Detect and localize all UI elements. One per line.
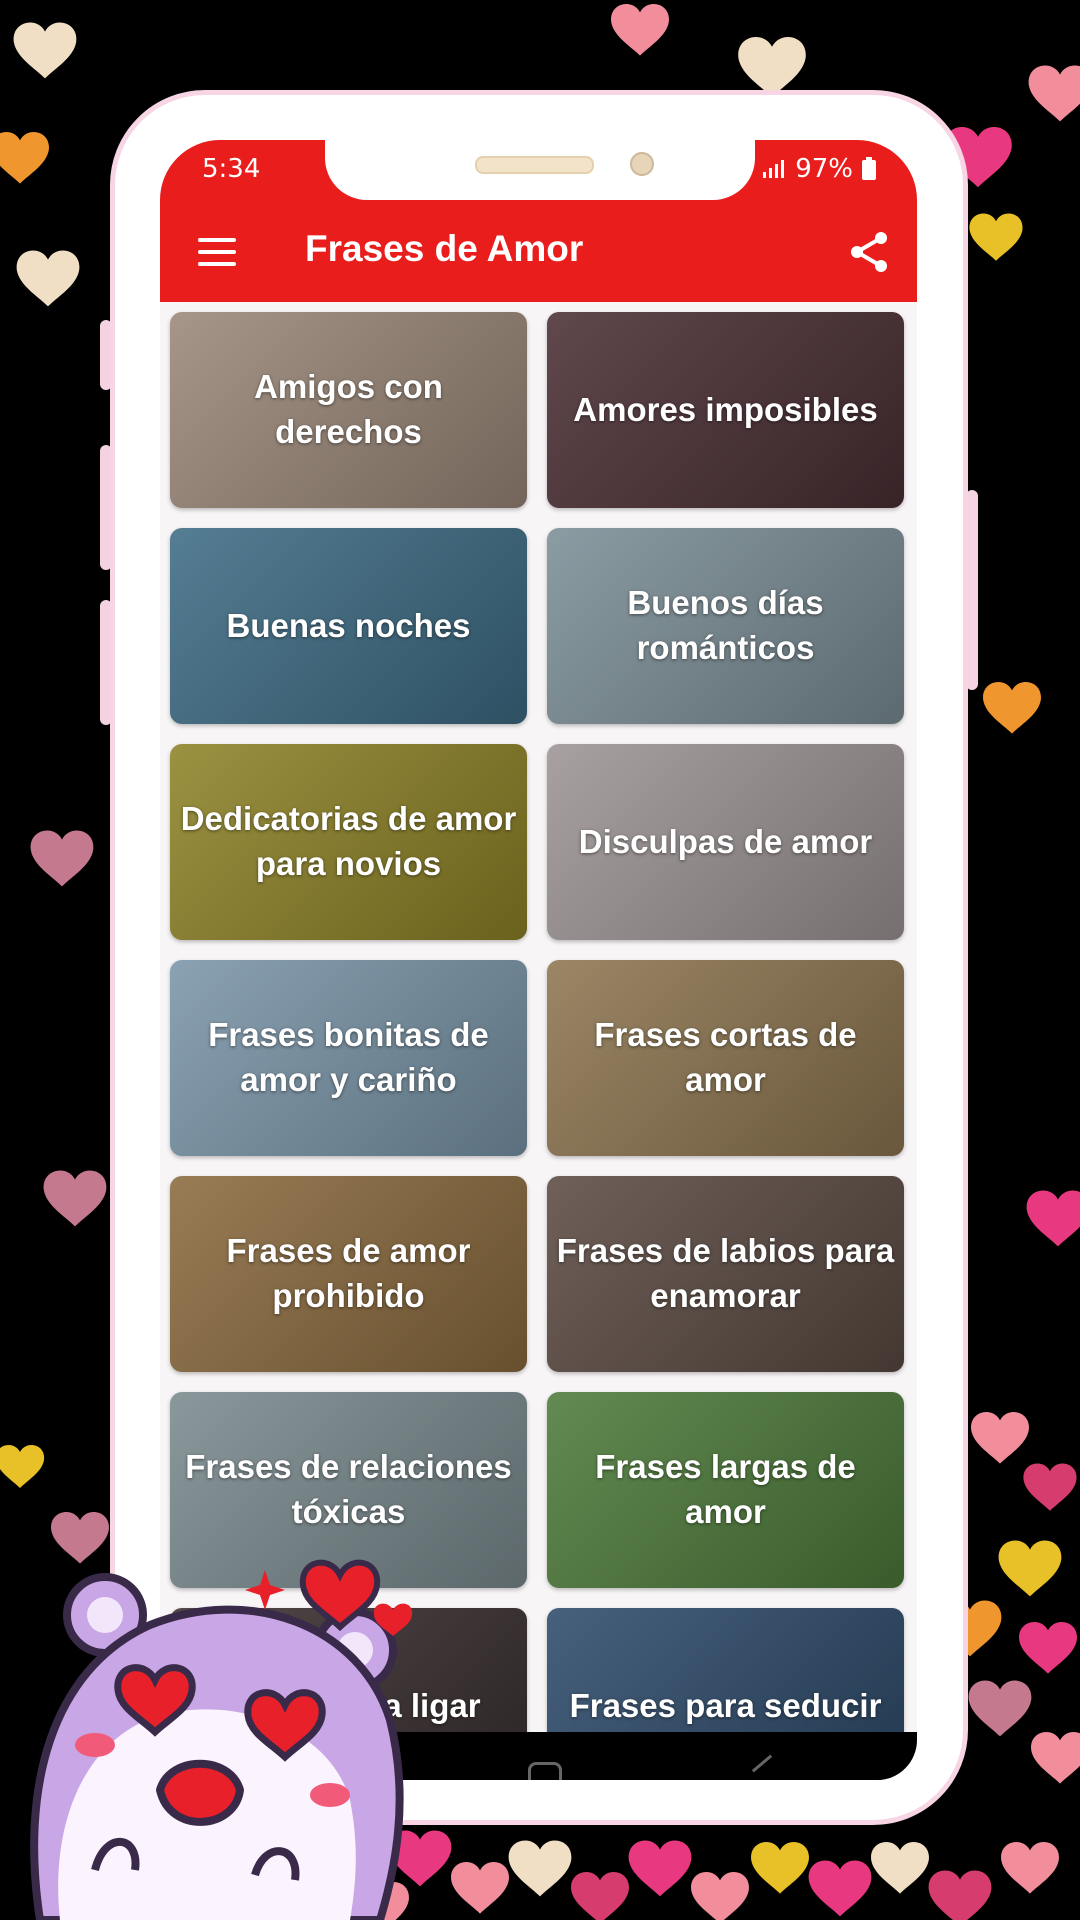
category-label: Amigos con derechos — [254, 368, 443, 450]
notch — [325, 140, 755, 200]
speaker — [475, 156, 594, 174]
category-card[interactable]: Frases de amor prohibido — [170, 1176, 527, 1372]
category-card[interactable]: Amigos con derechos — [170, 312, 527, 508]
app-title: Frases de Amor — [305, 228, 584, 269]
category-label: Frases largas de amor — [595, 1448, 856, 1530]
status-bar: 5:34 97% — [160, 140, 917, 202]
share-icon[interactable] — [847, 230, 891, 274]
phone-screen: 5:34 97% Frases de Amor Amigos con derec… — [160, 140, 917, 1780]
home-button-icon[interactable] — [528, 1762, 562, 1780]
category-card[interactable]: Buenas noches — [170, 528, 527, 724]
category-card[interactable]: Frases cortas de amor — [547, 960, 904, 1156]
category-label: Disculpas de amor — [578, 822, 873, 860]
category-label: Frases de amor prohibido — [226, 1232, 471, 1314]
category-card[interactable]: Frases de labios para enamorar — [547, 1176, 904, 1372]
category-card[interactable]: Buenos días románticos — [547, 528, 904, 724]
category-card[interactable]: Amores imposibles — [547, 312, 904, 508]
category-label: Frases cortas de amor — [594, 1016, 857, 1098]
category-label: Frases bonitas de amor y cariño — [208, 1016, 489, 1098]
back-button-icon[interactable] — [751, 1754, 773, 1773]
category-label: Amores imposibles — [573, 390, 878, 428]
category-card[interactable]: Frases bonitas de amor y cariño — [170, 960, 527, 1156]
front-camera — [630, 152, 654, 176]
signal-icon — [763, 160, 785, 178]
status-indicators: 97% — [761, 154, 877, 184]
category-label: Buenos días románticos — [627, 584, 824, 666]
category-label: Frases de relaciones tóxicas — [185, 1448, 512, 1530]
category-label: Dedicatorias de amor para novios — [180, 800, 517, 882]
category-label: Buenas noches — [226, 606, 471, 644]
category-label: Frases de labios para enamorar — [556, 1232, 895, 1314]
category-card[interactable]: Frases largas de amor — [547, 1392, 904, 1588]
category-card[interactable]: Dedicatorias de amor para novios — [170, 744, 527, 940]
hamburger-menu-icon[interactable] — [198, 238, 236, 266]
battery-icon — [862, 157, 876, 180]
category-label: Frases para seducir — [569, 1686, 882, 1724]
battery-percent: 97% — [795, 154, 853, 184]
status-time: 5:34 — [202, 154, 261, 184]
hamster-mascot-sticker — [30, 1559, 413, 1920]
category-card[interactable]: Disculpas de amor — [547, 744, 904, 940]
app-bar: Frases de Amor — [160, 202, 917, 302]
